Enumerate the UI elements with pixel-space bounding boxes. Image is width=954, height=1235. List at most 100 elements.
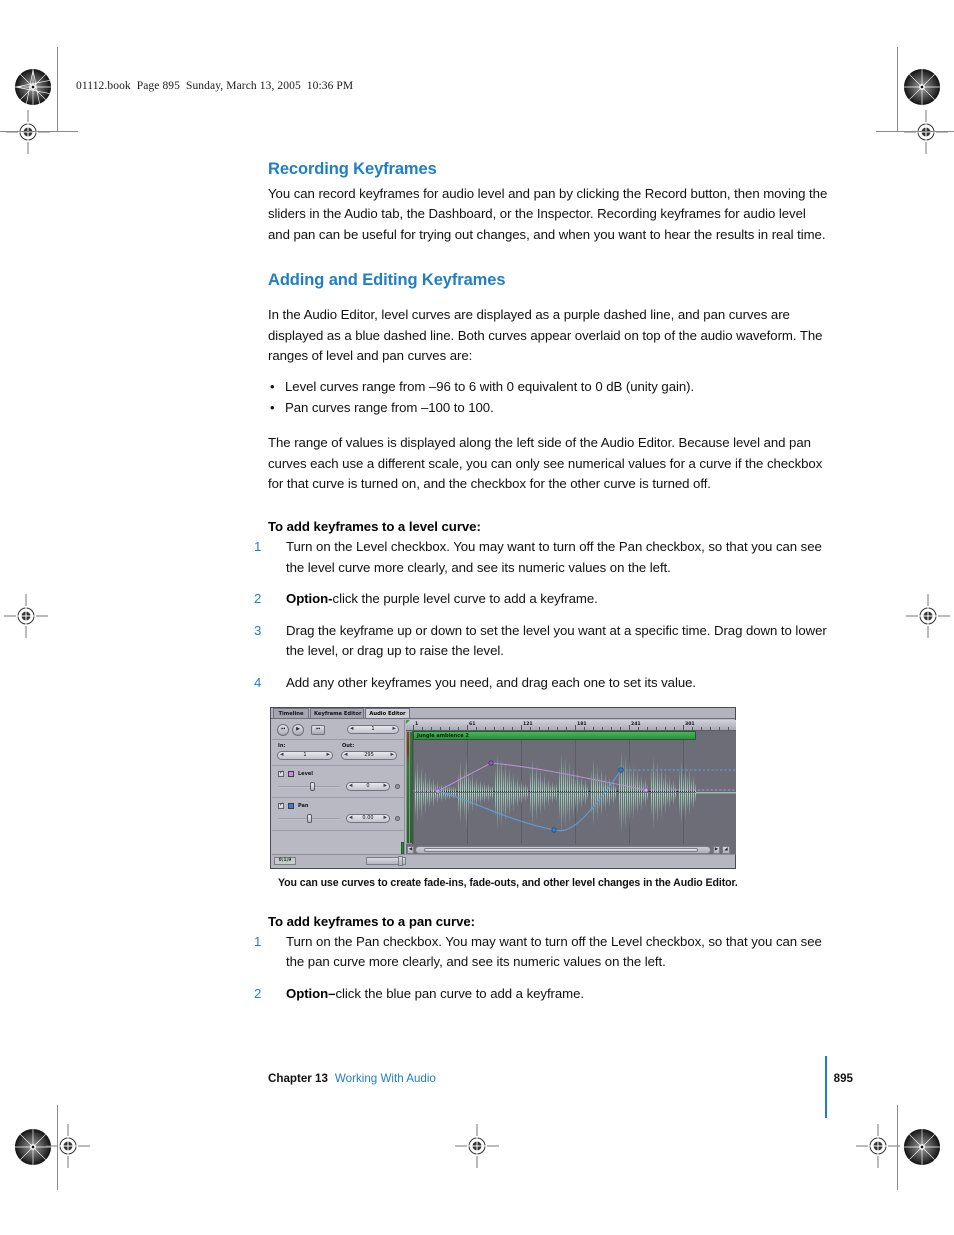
timeline-ruler[interactable]: 1 61 121 181 241 301 [406,719,736,731]
marker-icon[interactable]: ⏮ [311,724,325,735]
ruler-tick-minor [449,726,450,730]
main-content: Recording Keyframes You can record keyfr… [254,160,828,1015]
level-value: 0 [366,783,370,790]
crop-line-right-bottom [897,1105,898,1190]
ruler-tick-minor [719,726,720,730]
pan-value: 0.00 [362,815,374,822]
divider [272,764,405,766]
stepper-left-arrow[interactable]: ◀ [280,753,283,758]
crop-line-left-bottom [57,1105,58,1190]
heading-adding-editing-keyframes: Adding and Editing Keyframes [268,271,506,290]
ruler-label: 1 [415,721,419,727]
step-text: Turn on the Level checkbox. You may want… [286,539,822,575]
level-keyframe-point [643,787,649,793]
in-label: In: [278,742,286,749]
audio-level-meters [406,730,413,844]
step-number: 1 [254,933,262,949]
ruler-tick-minor [557,726,558,730]
level-meter-left [407,731,409,843]
level-value-stepper[interactable]: ◀ 0 ▶ [346,781,390,791]
waveform-horizontal-scrollbar[interactable] [415,845,711,854]
out-stepper[interactable]: ◀ 295 ▶ [341,750,397,760]
pan-checkbox[interactable] [278,802,284,809]
ruler-tick [629,724,630,730]
registration-mark-top-right [904,110,948,154]
audio-clip-bar[interactable]: Jungle ambience 2 [413,730,696,740]
stepper-right-arrow[interactable]: ▶ [384,784,387,789]
play-icon[interactable]: ▶ [292,723,304,736]
ruler-tick-minor [692,726,693,730]
step-item: 1 Turn on the Pan checkbox. You may want … [254,932,828,973]
stepper-left-arrow[interactable]: ◀ [350,727,353,732]
pan-slider-knob[interactable] [307,813,312,823]
audio-editor-controls-panel: ⏮ ▶ ⏮ ◀ 1 ▶ In: ◀ 1 ▶ Out: ◀ 295 ▶ ✓ Lev… [272,719,405,855]
procedure-heading-pan-curve: To add keyframes to a pan curve: [268,913,476,929]
footer-chapter: Chapter 13 [268,1072,328,1085]
ruler-tick-minor [566,726,567,730]
stepper-right-arrow[interactable]: ▶ [327,753,330,758]
procedure-steps-pan-curve: 1 Turn on the Pan checkbox. You may want … [254,932,828,1004]
stepper-right-arrow[interactable]: ▶ [384,816,387,821]
ruler-tick-minor [701,726,702,730]
crop-line-top-left [0,131,78,132]
playhead-marker-icon[interactable] [406,719,410,724]
in-stepper[interactable]: ◀ 1 ▶ [277,750,333,760]
scrollbar-thumb[interactable] [424,847,698,852]
waveform-canvas[interactable] [406,739,736,844]
ruler-tick-minor [665,726,666,730]
registration-mark-bottom-center [455,1124,499,1168]
stepper-left-arrow[interactable]: ◀ [349,816,352,821]
audio-editor-tab-strip: Timeline Keyframe Editor Audio Editor [271,707,735,719]
stepper-right-arrow[interactable]: ▶ [393,727,396,732]
ruler-tick [413,724,414,730]
audio-editor-window: Timeline Keyframe Editor Audio Editor ⏮ … [270,706,736,869]
ruler-tick-minor [431,726,432,730]
skip-to-start-icon[interactable]: ⏮ [277,723,289,736]
registration-mark-top-left [6,110,50,154]
tab-keyframe-editor[interactable]: Keyframe Editor [310,707,364,718]
crop-line-left [57,47,58,132]
starburst-mark-bottom-right [903,1128,941,1171]
crop-line-right [897,47,898,132]
ruler-tick [683,724,684,730]
ruler-tick-minor [728,726,729,730]
tab-audio-editor[interactable]: Audio Editor [365,707,410,718]
pan-keyframe-point [551,827,557,833]
ruler-tick-minor [710,726,711,730]
ruler-tick-minor [476,726,477,730]
zoom-slider-thumb[interactable] [398,855,403,866]
step-number: 4 [254,674,262,690]
stepper-left-arrow[interactable]: ◀ [349,784,352,789]
ruler-tick-minor [638,726,639,730]
stepper-left-arrow[interactable]: ◀ [344,753,347,758]
frame-stepper[interactable]: ◀ 1 ▶ [347,724,399,734]
ruler-tick-minor [458,726,459,730]
tab-timeline[interactable]: Timeline [273,707,309,718]
ruler-tick-minor [611,726,612,730]
waveform-and-curves-graphic [413,749,736,835]
level-checkbox[interactable] [278,770,284,777]
scroll-left-arrow[interactable]: ◀ [407,845,414,854]
pan-label: Pan [298,802,309,809]
level-keyframe-point [488,760,494,766]
footer-chapter-title: Working With Audio [334,1072,436,1085]
level-keyframe-button[interactable] [395,783,400,789]
crop-line-top-right [876,131,954,132]
stepper-right-arrow[interactable]: ▶ [391,753,394,758]
resize-grip-icon[interactable]: ◢ [722,845,730,854]
pan-keyframe-button[interactable] [395,815,400,821]
ruler-tick-minor [494,726,495,730]
pan-value-stepper[interactable]: ◀ 0.00 ▶ [346,813,390,823]
level-slider-knob[interactable] [310,781,315,791]
scroll-right-arrow[interactable]: ▶ [713,845,720,854]
starburst-mark-top-left [14,68,52,111]
ruler-tick [467,724,468,730]
page-footer: Chapter 13 Working With Audio 895 [268,1072,853,1085]
footer-accent-rule [825,1056,827,1118]
ruler-tick [575,724,576,730]
ruler-tick-minor [602,726,603,730]
ruler-tick-minor [512,726,513,730]
level-color-swatch [288,770,294,777]
level-slider-track[interactable] [278,785,340,788]
registration-mark-bottom-left [46,1124,90,1168]
